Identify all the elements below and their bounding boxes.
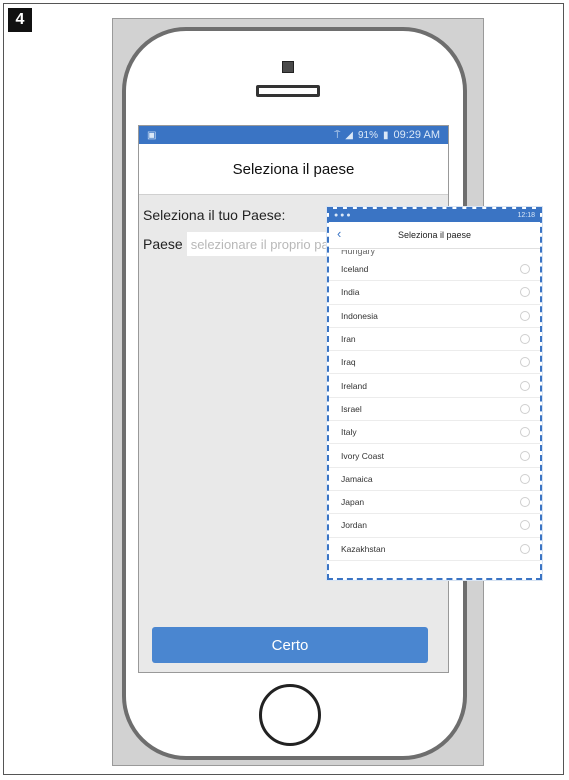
country-name: Ireland (341, 380, 367, 391)
country-name: Ivory Coast (341, 450, 384, 461)
battery-percent: 91% (357, 129, 378, 141)
country-list-item[interactable]: Jamaica (329, 468, 540, 491)
popup-status-time: 12:18 (517, 212, 535, 219)
save-icon: ▣ (147, 129, 157, 141)
signal-icon: ◢ (345, 129, 353, 141)
country-list-item[interactable]: Iceland (329, 258, 540, 282)
country-name: Italy (341, 427, 357, 438)
country-field-row: Paese selezionare il proprio paese (143, 232, 347, 256)
radio-icon[interactable] (520, 264, 530, 275)
country-field-label: Paese (143, 236, 183, 252)
country-list-item[interactable]: Iraq (329, 351, 540, 375)
radio-icon[interactable] (520, 427, 530, 438)
country-name: India (341, 287, 360, 298)
country-list-item[interactable]: Jordan (329, 514, 540, 538)
country-list-item[interactable]: India (329, 281, 540, 305)
country-name: Jordan (341, 520, 367, 531)
country-list-item[interactable]: Israel (329, 398, 540, 422)
country-name: Jamaica (341, 473, 373, 484)
home-button[interactable] (259, 684, 321, 746)
notification-icon: ⍑ (334, 129, 341, 141)
country-list: Hungary Iceland India Indonesia Iran Ira… (329, 250, 540, 578)
radio-icon[interactable] (520, 380, 530, 391)
back-chevron-icon[interactable]: ‹ (337, 226, 341, 241)
country-list-item[interactable]: Italy (329, 421, 540, 445)
country-name: Indonesia (341, 310, 378, 321)
status-time: 09:29 AM (393, 129, 440, 141)
country-name: Kazakhstan (341, 543, 386, 554)
page-title: Seleziona il paese (139, 144, 448, 194)
radio-icon[interactable] (520, 403, 530, 414)
country-list-partial-item: Hungary (341, 250, 376, 256)
popup-title-bar: ‹ Seleziona il paese (329, 222, 540, 249)
status-bar: ▣ ⍑ ◢ 91% ▮ 09:29 AM (139, 126, 448, 144)
country-list-item[interactable]: Ireland (329, 374, 540, 398)
country-name: Iraq (341, 357, 356, 368)
ok-button[interactable]: Certo (152, 627, 428, 663)
battery-icon: ▮ (383, 129, 389, 141)
country-list-item[interactable]: Japan (329, 491, 540, 515)
radio-icon[interactable] (520, 310, 530, 321)
radio-icon[interactable] (520, 473, 530, 484)
radio-icon[interactable] (520, 287, 530, 298)
country-name: Japan (341, 497, 365, 508)
radio-icon[interactable] (520, 497, 530, 508)
radio-icon[interactable] (520, 450, 530, 461)
camera-icon (282, 61, 294, 73)
country-list-item[interactable]: Indonesia (329, 305, 540, 328)
step-number-badge: 4 (8, 8, 32, 32)
country-prompt: Seleziona il tuo Paese: (143, 207, 286, 223)
radio-icon[interactable] (520, 357, 530, 368)
speaker-grille (256, 85, 320, 97)
country-list-item[interactable]: Ivory Coast (329, 444, 540, 468)
country-list-item[interactable]: Kazakhstan (329, 538, 540, 561)
radio-icon[interactable] (520, 520, 530, 531)
radio-icon[interactable] (520, 543, 530, 554)
country-list-item[interactable]: Iran (329, 328, 540, 352)
popup-title: Seleziona il paese (397, 230, 472, 240)
popup-status-icons: ● ● ● (334, 212, 351, 219)
radio-icon[interactable] (520, 334, 530, 345)
country-name: Iceland (341, 264, 369, 275)
country-name: Iran (341, 334, 356, 345)
country-select-input[interactable]: selezionare il proprio paese (186, 232, 347, 256)
popup-status-bar: ● ● ● 12:18 (329, 209, 540, 222)
country-name: Israel (341, 403, 362, 414)
country-list-popup: ● ● ● 12:18 ‹ Seleziona il paese Hungary… (327, 207, 542, 580)
